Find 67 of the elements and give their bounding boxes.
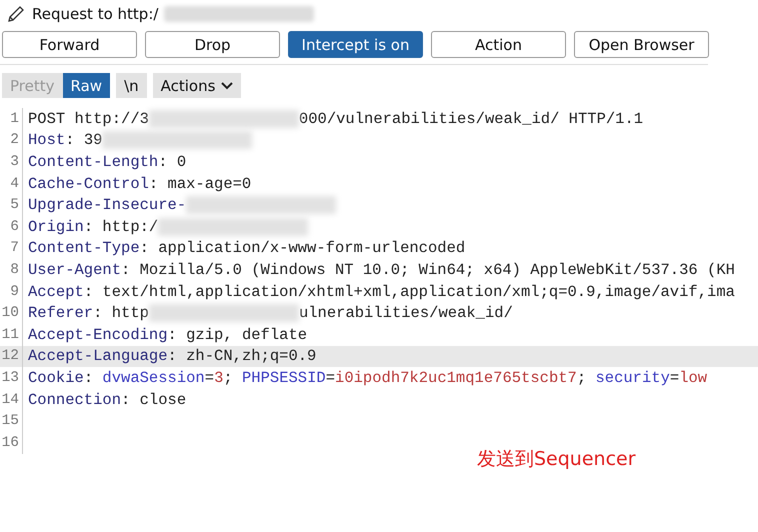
line-number: 10 xyxy=(0,305,19,322)
newline-toggle[interactable]: \n xyxy=(116,73,147,98)
code-text: security xyxy=(595,368,670,387)
line-number: 3 xyxy=(9,154,19,170)
code-text: : gzip, deflate xyxy=(168,326,308,344)
chevron-down-icon xyxy=(221,82,234,90)
annotation-text: 发送到Sequencer xyxy=(477,447,636,472)
line-number: 15 xyxy=(0,413,19,430)
toolbar-button[interactable]: Open Browser xyxy=(574,31,709,58)
line-number: 11 xyxy=(0,326,19,343)
code-text: : close xyxy=(121,390,186,409)
line-number: 12 xyxy=(0,348,19,364)
code-text: ; xyxy=(223,368,234,387)
code-text: PHPSESSID xyxy=(242,368,326,387)
line-number: 14 xyxy=(0,392,19,408)
code-text: : http xyxy=(93,304,149,322)
code-text: 3 xyxy=(214,368,224,387)
view-tab[interactable]: Raw xyxy=(62,73,110,98)
code-text: dvwaSession xyxy=(102,368,205,387)
code-text: Connection xyxy=(28,390,122,409)
code-text: i0ipodh7k2uc1mq1e765tscbt7 xyxy=(335,368,577,387)
actions-menu[interactable]: Actions xyxy=(152,73,242,98)
code-text: Cookie xyxy=(28,368,84,387)
pencil-icon xyxy=(6,4,26,24)
code-text: : zh-CN,zh;q=0.9 xyxy=(168,347,316,366)
line-number: 9 xyxy=(9,284,19,300)
code-text: Origin xyxy=(28,218,84,236)
toolbar-button[interactable]: Action xyxy=(431,31,566,58)
line-number: 5 xyxy=(9,197,19,214)
code-text: = xyxy=(670,368,680,387)
code-text: = xyxy=(326,368,336,387)
code-text: : Mozilla/5.0 (Windows NT 10.0; Win64; x64) AppleWebKit/537.36 (KH xyxy=(121,260,735,279)
request-title: Request to http:/ xyxy=(32,4,158,22)
line-number: 7 xyxy=(9,240,19,256)
code-text: Accept xyxy=(28,282,84,301)
code-text: Upgrade-Insecure- xyxy=(28,196,186,214)
code-text: Cache-Control xyxy=(28,174,149,193)
code-text: low xyxy=(679,368,708,387)
code-text: : text/html,application/xhtml+xml,application/xml;q=0.9,image/avif,ima xyxy=(84,282,735,301)
code-text: : http:/ xyxy=(84,218,158,236)
code-text: : 0 xyxy=(158,152,186,171)
code-text: = xyxy=(204,368,214,387)
code-text: ; xyxy=(576,368,588,387)
line-number: 8 xyxy=(9,262,19,278)
line-number: 4 xyxy=(9,176,19,192)
toolbar-button[interactable]: Drop xyxy=(145,31,280,58)
code-text: Host xyxy=(28,131,66,150)
code-text: Content-Type xyxy=(28,239,140,258)
code-text: : xyxy=(84,368,94,387)
line-number: 6 xyxy=(9,218,19,235)
code-text: : max-age=0 xyxy=(148,174,252,193)
toolbar-button[interactable]: Intercept is on xyxy=(288,31,423,58)
line-number: 16 xyxy=(0,434,19,451)
line-number: 13 xyxy=(0,370,19,386)
code-text: Referer xyxy=(28,304,94,322)
line-number: 1 xyxy=(9,110,19,127)
code-text: 000/vulnerabilities/weak_id/ HTTP/1.1 xyxy=(298,110,644,128)
code-text: ulnerabilities/weak_id/ xyxy=(298,304,513,322)
code-text: POST http://3 xyxy=(28,110,149,128)
code-text: Accept-Language xyxy=(28,347,168,366)
code-text: Accept-Encoding xyxy=(28,326,168,344)
line-number: 2 xyxy=(9,132,19,148)
code-text: : application/x-www-form-urlencoded xyxy=(140,239,466,258)
code-text: : 39 xyxy=(65,131,102,150)
code-text: Content-Length xyxy=(28,152,158,171)
code-text: User-Agent xyxy=(28,260,122,279)
toolbar-button[interactable]: Forward xyxy=(2,31,137,58)
